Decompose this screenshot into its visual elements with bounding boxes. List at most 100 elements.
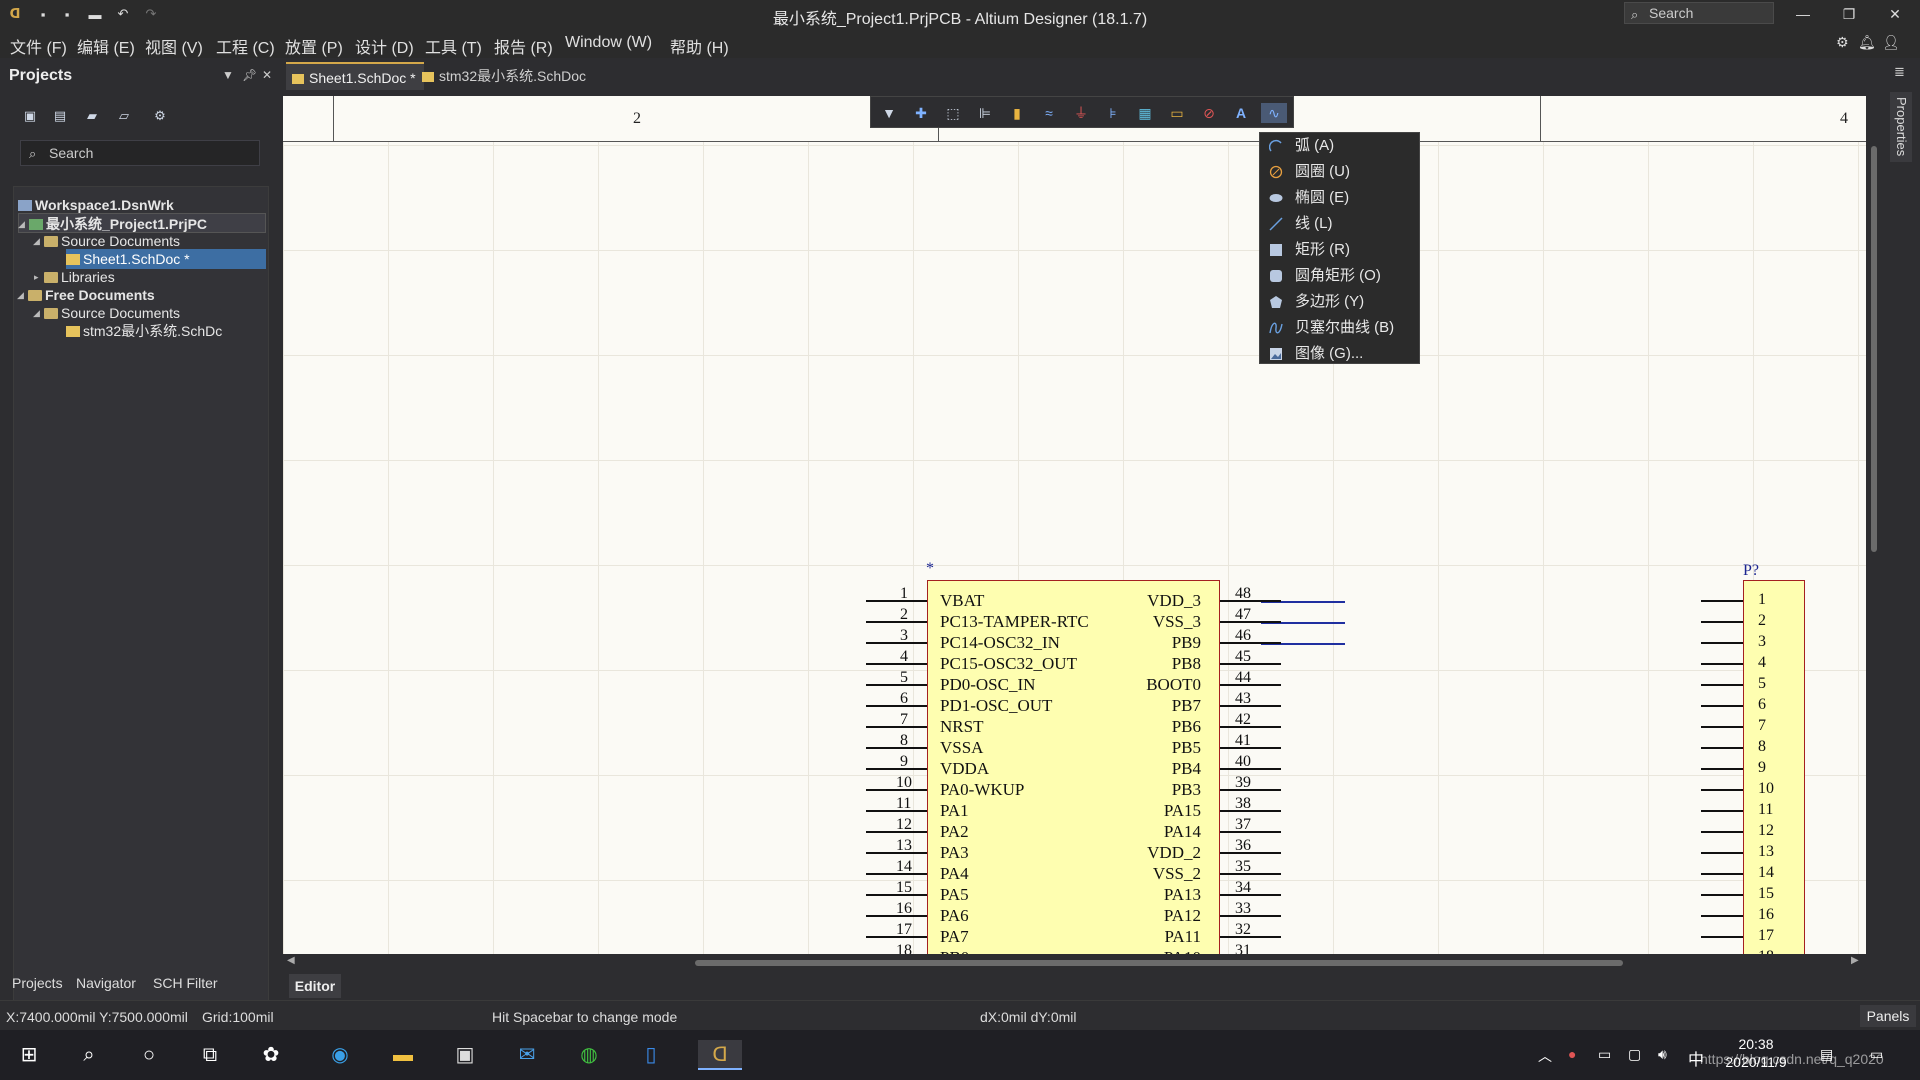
connector-pin[interactable]	[1701, 642, 1743, 644]
properties-panel-tab[interactable]: Properties	[1890, 92, 1912, 162]
connector-pin[interactable]	[1701, 684, 1743, 686]
mcu-pin-left[interactable]	[866, 768, 927, 770]
menu-item-rectangle[interactable]: 矩形 (R)	[1260, 237, 1419, 263]
user-icon[interactable]: 👤︎	[1882, 34, 1900, 51]
compile-icon[interactable]: ▤	[50, 106, 70, 126]
file-explorer-icon[interactable]: ▬	[388, 1040, 418, 1070]
tab-sch-filter[interactable]: SCH Filter	[153, 975, 218, 991]
mail-icon[interactable]: ✉	[512, 1040, 542, 1070]
menu-item-round-rectangle[interactable]: 圆角矩形 (O)	[1260, 263, 1419, 289]
mcu-pin-left[interactable]	[866, 621, 927, 623]
collapse-arrow-icon[interactable]: ◢	[33, 303, 40, 323]
menu-project[interactable]: 工程 (C)	[216, 34, 275, 58]
menu-item-bezier[interactable]: 贝塞尔曲线 (B)	[1260, 315, 1419, 341]
action-center-icon[interactable]: ▭	[1870, 1046, 1883, 1063]
panel-list-icon[interactable]: ≣	[1894, 64, 1905, 80]
tree-item-sheet1[interactable]: Sheet1.SchDoc *	[66, 249, 266, 269]
mcu-pin-left[interactable]	[866, 642, 927, 644]
tab-projects[interactable]: Projects	[12, 975, 63, 991]
place-part-icon[interactable]: ▮	[1007, 103, 1027, 123]
connector-pin[interactable]	[1701, 600, 1743, 602]
filter-icon[interactable]: ▼	[879, 103, 899, 123]
menu-item-circle[interactable]: 圆圈 (U)	[1260, 159, 1419, 185]
panels-button[interactable]: Panels	[1860, 1005, 1916, 1027]
store-icon[interactable]: ▣	[450, 1040, 480, 1070]
taskbar-search-icon[interactable]: ⌕	[74, 1040, 104, 1070]
scroll-left-icon[interactable]: ◀	[287, 955, 295, 966]
collapse-arrow-icon[interactable]: ◢	[18, 214, 25, 234]
mcu-pin-left[interactable]	[866, 726, 927, 728]
port-icon[interactable]: ▭	[1167, 103, 1187, 123]
edge-browser-icon[interactable]: ◉	[325, 1040, 355, 1070]
align-icon[interactable]: ⊫	[975, 103, 995, 123]
harness-icon[interactable]: ⊧	[1103, 103, 1123, 123]
tab-stm32-schdoc[interactable]: stm32最小系统.SchDoc	[416, 62, 594, 90]
cortana-icon[interactable]: ○	[134, 1040, 164, 1070]
notifications-icon[interactable]: 🔔︎	[1858, 34, 1876, 51]
tray-app-icon[interactable]: ●	[1568, 1046, 1576, 1062]
drawing-tools-icon[interactable]: ∿	[1261, 103, 1287, 123]
tree-item-free-documents[interactable]: ◢ Free Documents	[17, 285, 155, 305]
close-folder-icon[interactable]: ▱	[114, 106, 134, 126]
connector-pin[interactable]	[1701, 831, 1743, 833]
horizontal-scroll-thumb[interactable]	[695, 960, 1623, 966]
connector-pin[interactable]	[1701, 915, 1743, 917]
connector-component-body[interactable]	[1743, 580, 1805, 954]
connector-pin[interactable]	[1701, 873, 1743, 875]
notes-icon[interactable]: ▤	[1820, 1046, 1833, 1063]
settings-icon[interactable]: ⚙	[1836, 34, 1849, 51]
horizontal-scrollbar[interactable]: ◀ ▶	[283, 954, 1867, 972]
schematic-canvas[interactable]: 2 4 * P? 1 VBAT 2 PC13-TAMPER-RTC 3 PC14-OSC3…	[283, 96, 1867, 954]
battery-icon[interactable]: ▭	[1598, 1046, 1611, 1063]
save-project-icon[interactable]: ▣	[20, 106, 40, 126]
projects-search-input[interactable]: ⌕ Search	[20, 140, 260, 166]
network-icon[interactable]: ▢	[1628, 1046, 1641, 1063]
directive-icon[interactable]: ⊘	[1199, 103, 1219, 123]
connector-pin[interactable]	[1701, 852, 1743, 854]
task-view-icon[interactable]: ⧉	[195, 1040, 225, 1070]
open-folder-icon[interactable]: ▰	[82, 106, 102, 126]
menu-edit[interactable]: 编辑 (E)	[77, 34, 135, 58]
restore-button[interactable]: ❐	[1826, 0, 1872, 28]
expand-arrow-icon[interactable]: ▸	[34, 267, 39, 287]
mcu-pin-left[interactable]	[866, 663, 927, 665]
title-search-input[interactable]: ⌕ Search	[1624, 2, 1774, 24]
panel-close-icon[interactable]: ✕	[262, 68, 272, 82]
connector-pin[interactable]	[1701, 726, 1743, 728]
connector-pin[interactable]	[1701, 747, 1743, 749]
tray-chevron-icon[interactable]: ︿	[1538, 1046, 1552, 1066]
scroll-right-icon[interactable]: ▶	[1851, 955, 1859, 966]
mcu-pin-left[interactable]	[866, 747, 927, 749]
connector-pin[interactable]	[1701, 621, 1743, 623]
editor-tab[interactable]: Editor	[289, 974, 341, 998]
menu-reports[interactable]: 报告 (R)	[494, 34, 553, 58]
phone-app-icon[interactable]: ▯	[636, 1040, 666, 1070]
connector-pin[interactable]	[1701, 936, 1743, 938]
connector-pin[interactable]	[1701, 705, 1743, 707]
collapse-arrow-icon[interactable]: ◢	[17, 285, 24, 305]
place-wire-icon[interactable]: ≈	[1039, 103, 1059, 123]
panel-menu-icon[interactable]: ▼	[222, 68, 234, 82]
mcu-pin-left[interactable]	[866, 684, 927, 686]
connector-pin[interactable]	[1701, 663, 1743, 665]
menu-tools[interactable]: 工具 (T)	[425, 34, 482, 58]
text-icon[interactable]: A	[1231, 103, 1251, 123]
tree-item-stm32-schdoc[interactable]: stm32最小系统.SchDc	[66, 321, 222, 341]
tree-item-workspace[interactable]: Workspace1.DsnWrk	[18, 195, 174, 215]
menu-file[interactable]: 文件 (F)	[10, 34, 67, 58]
browser-icon[interactable]: ◍	[574, 1040, 604, 1070]
select-area-icon[interactable]: ⬚	[943, 103, 963, 123]
connector-pin[interactable]	[1701, 810, 1743, 812]
menu-place[interactable]: 放置 (P)	[285, 34, 343, 58]
mcu-designator[interactable]: *	[926, 560, 934, 578]
volume-icon[interactable]: 🔊︎	[1658, 1046, 1667, 1063]
mcu-pin-left[interactable]	[866, 600, 927, 602]
menu-item-arc[interactable]: 弧 (A)	[1260, 133, 1419, 159]
vertical-scroll-thumb[interactable]	[1871, 146, 1877, 552]
menu-item-image[interactable]: 图像 (G)...	[1260, 341, 1419, 367]
minimize-button[interactable]: —	[1780, 0, 1826, 28]
collapse-arrow-icon[interactable]: ◢	[33, 231, 40, 251]
sheet-symbol-icon[interactable]: ▦	[1135, 103, 1155, 123]
connector-pin[interactable]	[1701, 789, 1743, 791]
windows-start-icon[interactable]: ⊞	[14, 1040, 44, 1070]
